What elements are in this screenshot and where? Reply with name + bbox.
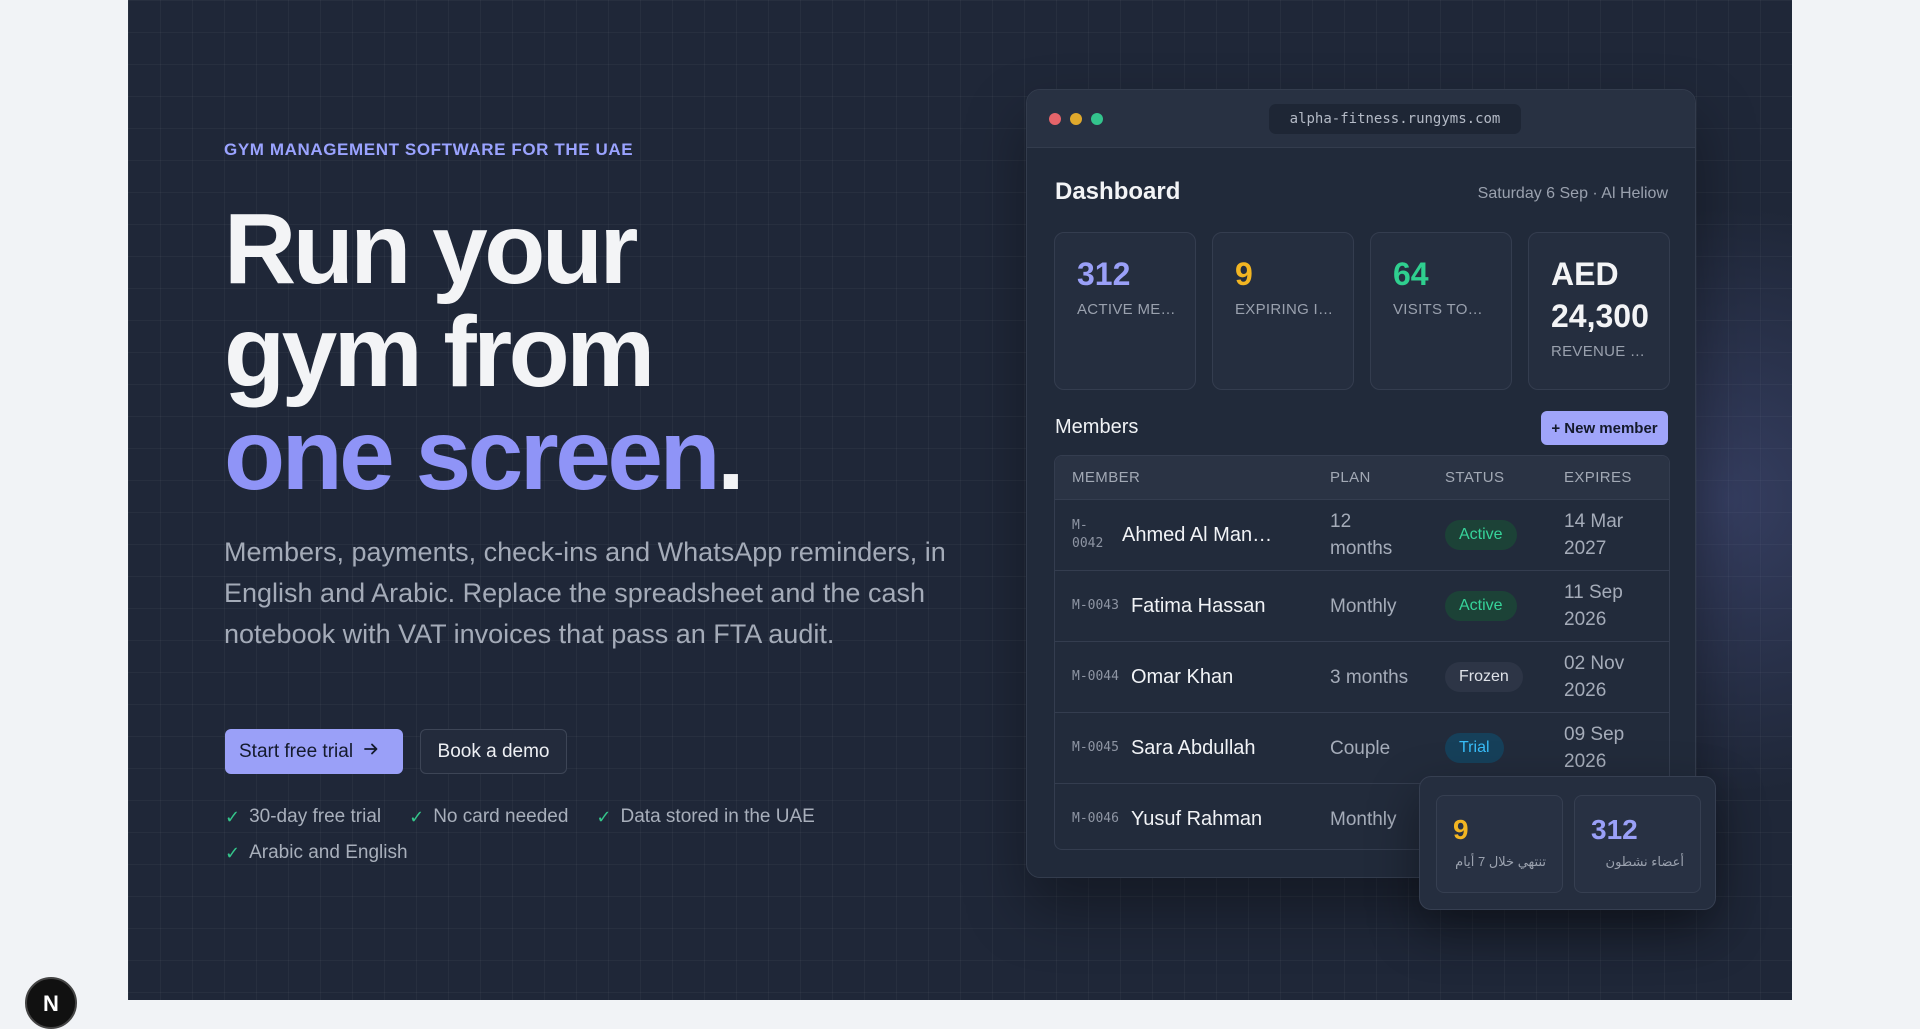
hero-headline: Run your gym from one screen. <box>224 193 745 507</box>
column-header-status[interactable]: STATUS <box>1445 469 1504 486</box>
headline-accent: one screen <box>224 399 721 511</box>
status-badge: Trial <box>1445 733 1504 763</box>
checkmark-icon: ✓ <box>225 842 241 863</box>
member-id: M-0044 <box>1072 669 1119 684</box>
checkmark-icon: ✓ <box>225 806 241 827</box>
stat-value: 64 <box>1393 256 1429 292</box>
members-heading: Members <box>1055 416 1139 438</box>
member-expires: 11 Sep 2026 <box>1564 582 1623 630</box>
member-name: Fatima Hassan <box>1130 594 1266 617</box>
stat-label: تنتهي خلال 7 أيام <box>1455 854 1546 869</box>
new-member-button[interactable]: + New member <box>1541 411 1668 445</box>
maximize-dot-icon <box>1091 113 1103 125</box>
column-header-plan[interactable]: PLAN <box>1330 469 1371 486</box>
status-badge: Active <box>1445 520 1517 550</box>
hero-eyebrow: GYM MANAGEMENT SOFTWARE FOR THE UAE <box>224 140 634 159</box>
status-badge: Active <box>1445 591 1517 621</box>
table-header: MEMBER PLAN STATUS EXPIRES <box>1055 456 1669 499</box>
stat-card-visits[interactable]: 64 VISITS TODAY <box>1370 232 1512 390</box>
table-row[interactable]: M- 0042 Ahmed Al Mansoori 12 months Active… <box>1055 499 1669 570</box>
stat-value: 312 <box>1077 256 1131 292</box>
dashboard-preview-window: alpha-fitness.rungyms.com Dashboard Satu… <box>1026 89 1696 878</box>
member-id: M-0043 <box>1072 598 1119 613</box>
stat-value: 9 <box>1453 814 1469 845</box>
table-row[interactable]: M-0044 Omar Khan 3 months Frozen 02 Nov 2… <box>1055 641 1669 712</box>
stat-card-expiring[interactable]: 9 EXPIRING IN 7 DAYS <box>1212 232 1354 390</box>
check-item: ✓ No card needed <box>409 806 569 827</box>
book-demo-button[interactable]: Book a demo <box>420 729 567 774</box>
column-header-member[interactable]: MEMBER <box>1072 469 1140 486</box>
check-item: ✓ 30-day free trial <box>225 806 382 827</box>
member-plan: Couple <box>1330 737 1391 759</box>
check-item: ✓ Arabic and English <box>225 842 408 863</box>
feature-checklist: ✓ 30-day free trial ✓ No card needed ✓ Data… <box>225 806 925 864</box>
headline-line-1: Run your <box>224 193 638 305</box>
hero-subtext: Members, payments, check-ins and WhatsAp… <box>224 537 946 649</box>
member-id: M- 0042 <box>1072 518 1104 551</box>
member-expires: 14 Mar 2027 <box>1564 511 1624 559</box>
member-expires: 09 Sep 2026 <box>1564 724 1625 772</box>
url-bar[interactable]: alpha-fitness.rungyms.com <box>1269 104 1521 134</box>
start-free-trial-button[interactable]: Start free trial <box>225 729 403 774</box>
stat-value: 24,300 <box>1551 298 1649 334</box>
stat-value-currency: AED <box>1551 256 1619 292</box>
member-name: Omar Khan <box>1130 665 1234 688</box>
headline-line-2: gym from <box>224 296 655 408</box>
dashboard-date: Saturday 6 Sep · Al Heliow <box>1477 185 1668 202</box>
member-name: Yusuf Rahman <box>1130 807 1263 830</box>
check-item: ✓ Data stored in the UAE <box>596 806 815 827</box>
member-plan: 3 months <box>1330 666 1409 688</box>
stat-label: VISITS TODAY <box>1393 301 1493 318</box>
member-expires: 02 Nov 2026 <box>1564 653 1625 701</box>
stat-label: ACTIVE MEMBERS <box>1077 301 1177 318</box>
arrow-right-icon <box>363 741 379 762</box>
browser-chrome: alpha-fitness.rungyms.com <box>1027 90 1695 148</box>
arabic-stats-card: 9 تنتهي خلال 7 أيام 312 أعضاء نشطون <box>1419 776 1716 910</box>
member-name: Ahmed Al Mansoori <box>1122 523 1282 546</box>
stat-card-active-members[interactable]: 312 ACTIVE MEMBERS <box>1054 232 1196 390</box>
arabic-stat-active[interactable]: 312 أعضاء نشطون <box>1574 795 1701 893</box>
headline-period: . <box>717 399 745 511</box>
member-id: M-0045 <box>1072 740 1119 755</box>
close-dot-icon <box>1049 113 1061 125</box>
stat-value: 312 <box>1591 814 1638 845</box>
member-plan: Monthly <box>1330 595 1397 617</box>
dev-tools-badge[interactable]: N <box>25 977 77 1029</box>
stat-value: 9 <box>1235 256 1253 292</box>
column-header-expires[interactable]: EXPIRES <box>1564 469 1632 486</box>
table-row[interactable]: M-0045 Sara Abdullah Couple Trial 09 Sep… <box>1055 712 1669 783</box>
stat-label: REVENUE THIS MONTH <box>1551 343 1651 360</box>
stat-label: EXPIRING IN 7 DAYS <box>1235 301 1335 318</box>
member-id: M-0046 <box>1072 811 1119 826</box>
table-row[interactable]: M-0043 Fatima Hassan Monthly Active 11 S… <box>1055 570 1669 641</box>
member-plan: Monthly <box>1330 808 1397 830</box>
stat-card-revenue[interactable]: AED 24,300 REVENUE THIS MONTH <box>1528 232 1670 390</box>
stat-label: أعضاء نشطون <box>1605 854 1684 869</box>
dashboard-title: Dashboard <box>1055 178 1181 205</box>
checkmark-icon: ✓ <box>409 806 425 827</box>
arabic-stat-expiring[interactable]: 9 تنتهي خلال 7 أيام <box>1436 795 1563 893</box>
status-badge: Frozen <box>1445 662 1523 692</box>
minimize-dot-icon <box>1070 113 1082 125</box>
member-name: Sara Abdullah <box>1130 736 1256 759</box>
member-plan: 12 months <box>1330 511 1393 559</box>
start-free-trial-label: Start free trial <box>239 740 354 762</box>
checkmark-icon: ✓ <box>596 806 612 827</box>
